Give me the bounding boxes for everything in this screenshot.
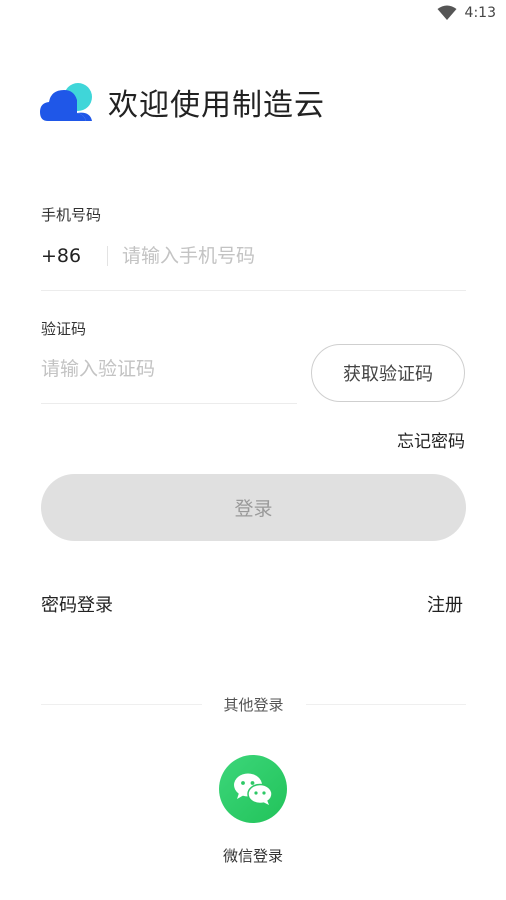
other-login-divider: 其他登录 bbox=[41, 692, 467, 716]
app-header: 欢迎使用制造云 bbox=[40, 80, 325, 124]
login-button[interactable]: 登录 bbox=[41, 474, 466, 541]
get-code-button[interactable]: 获取验证码 bbox=[311, 344, 465, 402]
code-label: 验证码 bbox=[41, 320, 87, 338]
wifi-icon bbox=[437, 5, 457, 20]
status-indicators: 4:13 bbox=[437, 5, 496, 21]
country-code[interactable]: +86 bbox=[41, 245, 107, 267]
verification-code-input[interactable] bbox=[41, 357, 297, 380]
divider-line-left bbox=[41, 703, 202, 705]
page-title: 欢迎使用制造云 bbox=[108, 88, 325, 123]
cloud-logo-icon bbox=[40, 83, 92, 121]
status-time: 4:13 bbox=[464, 5, 496, 21]
status-bar: 4:13 bbox=[0, 0, 506, 28]
phone-input[interactable] bbox=[122, 245, 466, 267]
wechat-login-label: 微信登录 bbox=[222, 847, 283, 865]
other-login-label: 其他登录 bbox=[223, 695, 284, 714]
divider-line-right bbox=[305, 703, 467, 705]
password-login-link[interactable]: 密码登录 bbox=[41, 591, 113, 617]
code-field-row bbox=[41, 350, 297, 404]
phone-label: 手机号码 bbox=[41, 206, 102, 224]
register-link[interactable]: 注册 bbox=[427, 591, 463, 617]
forgot-password-link[interactable]: 忘记密码 bbox=[397, 427, 465, 452]
wechat-login-button[interactable] bbox=[219, 755, 287, 823]
phone-field-row: +86 bbox=[41, 240, 466, 291]
field-divider bbox=[107, 246, 108, 266]
wechat-icon bbox=[234, 773, 273, 805]
